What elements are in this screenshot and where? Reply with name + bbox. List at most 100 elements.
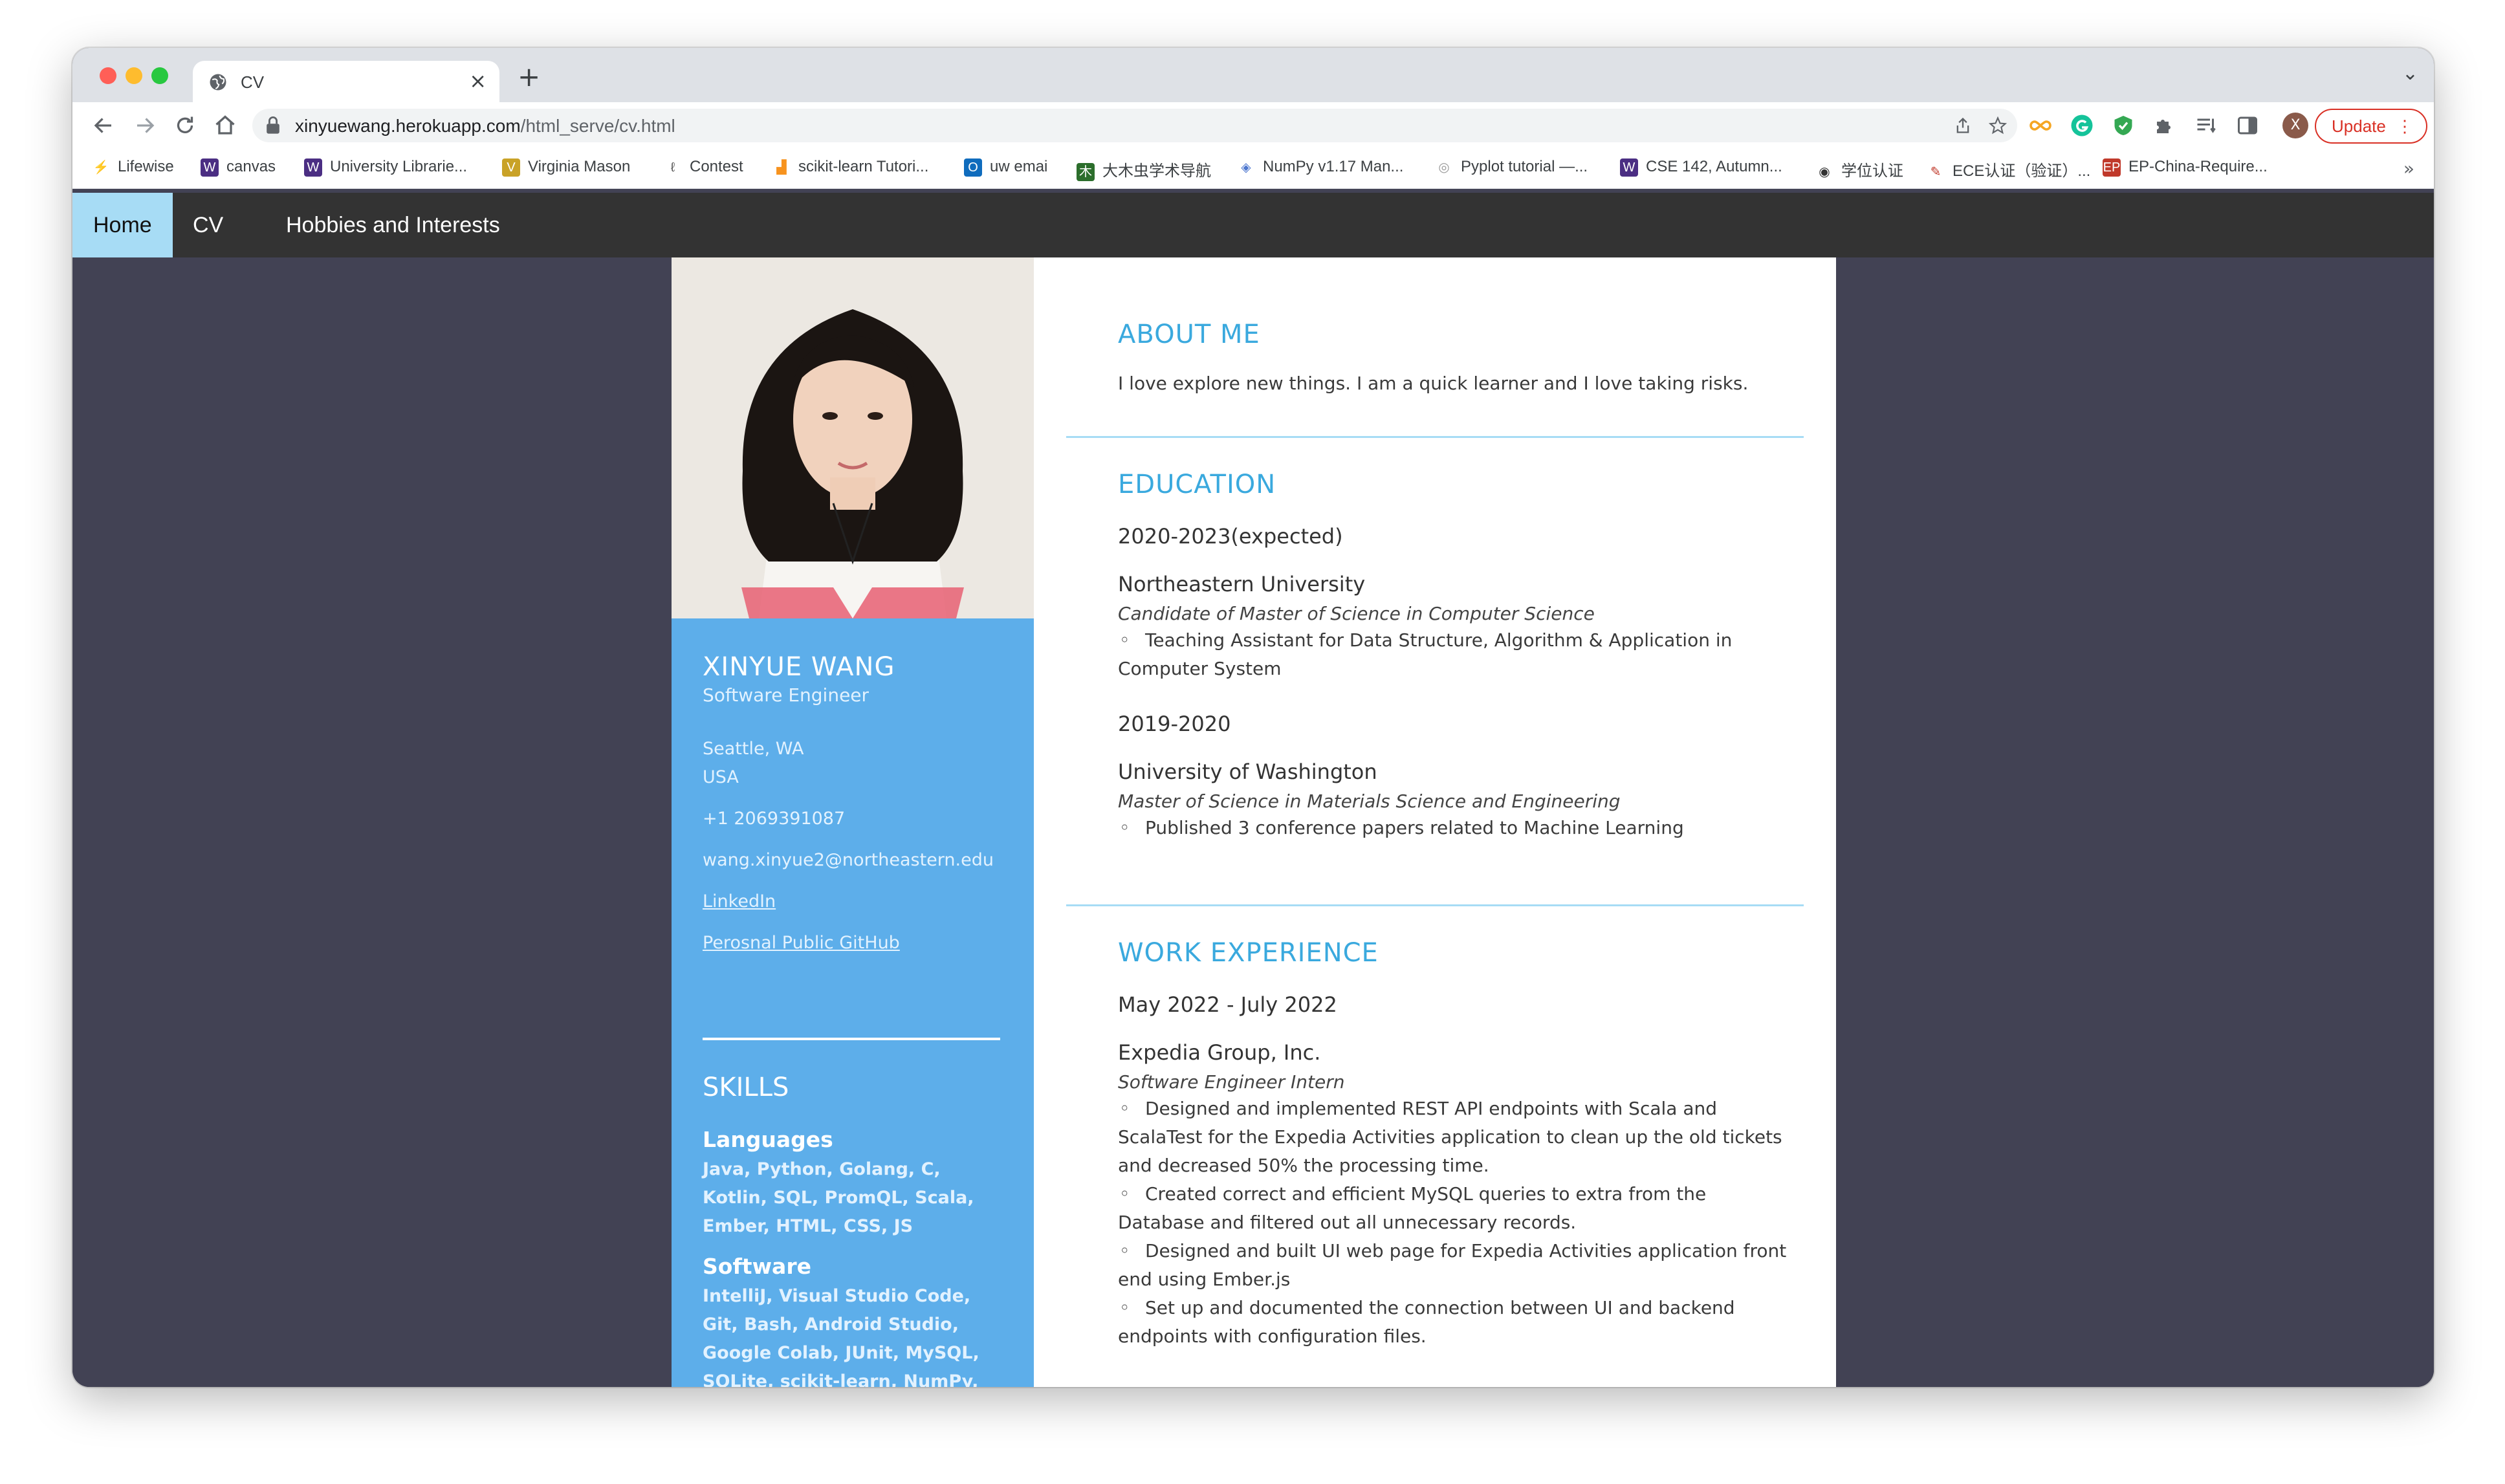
- browser-tab[interactable]: CV ×: [193, 61, 499, 102]
- education-degree: Candidate of Master of Science in Comput…: [1118, 603, 1595, 624]
- bookmark-label: Contest: [690, 158, 743, 175]
- linkedin-link[interactable]: LinkedIn: [703, 891, 776, 911]
- bookmark-label: Virginia Mason: [528, 158, 631, 175]
- grammarly-icon[interactable]: [2070, 114, 2094, 137]
- bookmark-canvas[interactable]: Wcanvas: [201, 158, 276, 177]
- software-list: IntelliJ, Visual Studio Code, Git, Bash,…: [703, 1286, 979, 1387]
- bookmark-uw-email[interactable]: Ouw emai: [964, 158, 1047, 177]
- lock-icon[interactable]: [265, 116, 281, 135]
- update-button[interactable]: Update ⋮: [2315, 109, 2427, 144]
- extensions-puzzle-icon[interactable]: [2153, 114, 2176, 137]
- extension-infinity-icon[interactable]: [2029, 114, 2052, 137]
- bookmark-ece[interactable]: ✎ ECE认证（验证）...: [1927, 158, 2091, 181]
- maximize-window-button[interactable]: [151, 67, 168, 84]
- nav-hobbies[interactable]: Hobbies and Interests: [265, 193, 521, 257]
- work-date: May 2022 - July 2022: [1118, 992, 1337, 1017]
- bookmark-label: uw emai: [990, 158, 1048, 175]
- bookmark-pyplot[interactable]: ◎ Pyplot tutorial —...: [1435, 158, 1588, 177]
- main-content: ABOUT ME I love explore new things. I am…: [1034, 257, 1836, 1387]
- bookmark-cse142[interactable]: W CSE 142, Autumn...: [1620, 158, 1782, 177]
- bookmark-contest[interactable]: ℓ Contest: [664, 158, 743, 177]
- bookmark-label: scikit-learn Tutori...: [798, 158, 929, 175]
- damuchong-icon: 木: [1077, 162, 1095, 181]
- work-bullet: Created correct and efficient MySQL quer…: [1118, 1180, 1791, 1237]
- education-degree: Master of Science in Materials Science a…: [1118, 791, 1621, 812]
- new-tab-button[interactable]: +: [518, 61, 540, 93]
- profile-country: USA: [703, 767, 739, 787]
- bookmark-ep-china[interactable]: EP EP-China-Require...: [2103, 158, 2268, 177]
- skills-heading: SKILLS: [703, 1073, 789, 1102]
- forward-icon[interactable]: [133, 114, 157, 137]
- languages-list: Java, Python, Golang, C, Kotlin, SQL, Pr…: [703, 1159, 974, 1236]
- bookmark-star-icon[interactable]: [1989, 116, 2007, 135]
- browser-toolbar: xinyuewang.herokuapp.com/html_serve/cv.h…: [72, 102, 2434, 149]
- close-window-button[interactable]: [100, 67, 116, 84]
- bookmark-university-libraries[interactable]: W University Librarie...: [304, 158, 467, 177]
- minimize-window-button[interactable]: [126, 67, 142, 84]
- bookmark-label: ECE认证（验证）...: [1953, 162, 2091, 180]
- profile-city: Seattle, WA: [703, 739, 804, 759]
- globe-icon: ◉: [1819, 164, 1830, 179]
- reload-icon[interactable]: [173, 114, 197, 137]
- ep-icon: EP: [2103, 158, 2121, 177]
- browser-window: CV × + ⌄ xinyuewang.herokuapp.com/html_s…: [72, 48, 2434, 1387]
- bookmark-label: 大木虫学术导航: [1102, 162, 1211, 180]
- bookmark-scikit-learn[interactable]: ▟ scikit-learn Tutori...: [772, 158, 928, 177]
- work-company: Expedia Group, Inc.: [1118, 1040, 1321, 1065]
- bookmark-virginia-mason[interactable]: V Virginia Mason: [502, 158, 630, 177]
- education-school: Northeastern University: [1118, 572, 1366, 596]
- education-heading: EDUCATION: [1118, 470, 1276, 499]
- side-panel-icon[interactable]: [2236, 114, 2259, 137]
- profile-email: wang.xinyue2@northeastern.edu: [703, 850, 994, 870]
- outlook-icon: O: [964, 158, 982, 177]
- work-bullet: Set up and documented the connection bet…: [1118, 1294, 1791, 1351]
- menu-dots-icon: ⋮: [2396, 116, 2413, 136]
- profile-phone: +1 2069391087: [703, 809, 846, 829]
- nav-home[interactable]: Home: [72, 193, 173, 257]
- uw-icon: W: [304, 158, 322, 177]
- about-text: I love explore new things. I am a quick …: [1118, 373, 1749, 394]
- bookmarks-bar: ⚡ Lifewise Wcanvas W University Librarie..…: [72, 149, 2434, 189]
- profile-photo: [672, 257, 1034, 618]
- site-navbar: Home CV Hobbies and Interests: [72, 193, 2434, 257]
- url-path: /html_serve/cv.html: [520, 116, 675, 136]
- ece-icon: ✎: [1930, 164, 1942, 179]
- bookmark-lifewise[interactable]: ⚡ Lifewise: [92, 158, 174, 177]
- uw-icon: W: [1620, 158, 1638, 177]
- update-label: Update: [2332, 116, 2386, 136]
- chart-icon: ▟: [776, 160, 787, 175]
- profile-avatar[interactable]: X: [2282, 113, 2308, 138]
- home-icon[interactable]: [213, 114, 237, 137]
- back-icon[interactable]: [92, 114, 115, 137]
- sidebar-divider: [703, 1038, 1000, 1040]
- bookmarks-overflow-icon[interactable]: »: [2403, 158, 2414, 179]
- tab-title: CV: [241, 72, 265, 92]
- bookmark-label: EP-China-Require...: [2128, 158, 2268, 175]
- bookmark-label: Pyplot tutorial —...: [1461, 158, 1588, 175]
- bookmark-damuchong[interactable]: 木大木虫学术导航: [1077, 158, 1211, 181]
- globe-icon: [210, 74, 226, 91]
- bookmark-label: 学位认证: [1841, 162, 1903, 180]
- url-host: xinyuewang.herokuapp.com: [295, 116, 521, 136]
- github-link[interactable]: Perosnal Public GitHub: [703, 933, 900, 953]
- work-bullet: Designed and built UI web page for Exped…: [1118, 1237, 1791, 1294]
- matplotlib-icon: ◎: [1438, 160, 1450, 175]
- bookmark-degree-verification[interactable]: ◉ 学位认证: [1815, 158, 1903, 181]
- tab-strip: CV × + ⌄: [72, 48, 2434, 102]
- education-school: University of Washington: [1118, 759, 1377, 784]
- work-heading: WORK EXPERIENCE: [1118, 938, 1379, 968]
- nav-cv[interactable]: CV: [172, 193, 244, 257]
- education-date: 2020-2023(expected): [1118, 524, 1343, 549]
- section-divider: [1066, 436, 1804, 438]
- close-tab-icon[interactable]: ×: [469, 69, 487, 93]
- contest-icon: ℓ: [670, 160, 675, 175]
- reading-list-icon[interactable]: [2194, 114, 2218, 137]
- url-text: xinyuewang.herokuapp.com/html_serve/cv.h…: [295, 116, 675, 136]
- education-bullet: Published 3 conference papers related to…: [1118, 814, 1791, 842]
- tab-search-icon[interactable]: ⌄: [2402, 62, 2418, 85]
- bookmark-numpy[interactable]: ◈ NumPy v1.17 Man...: [1237, 158, 1403, 177]
- address-bar[interactable]: xinyuewang.herokuapp.com/html_serve/cv.h…: [252, 109, 2017, 142]
- shield-icon[interactable]: [2112, 114, 2135, 137]
- education-bullet: Teaching Assistant for Data Structure, A…: [1118, 626, 1791, 683]
- share-icon[interactable]: [1954, 116, 1972, 135]
